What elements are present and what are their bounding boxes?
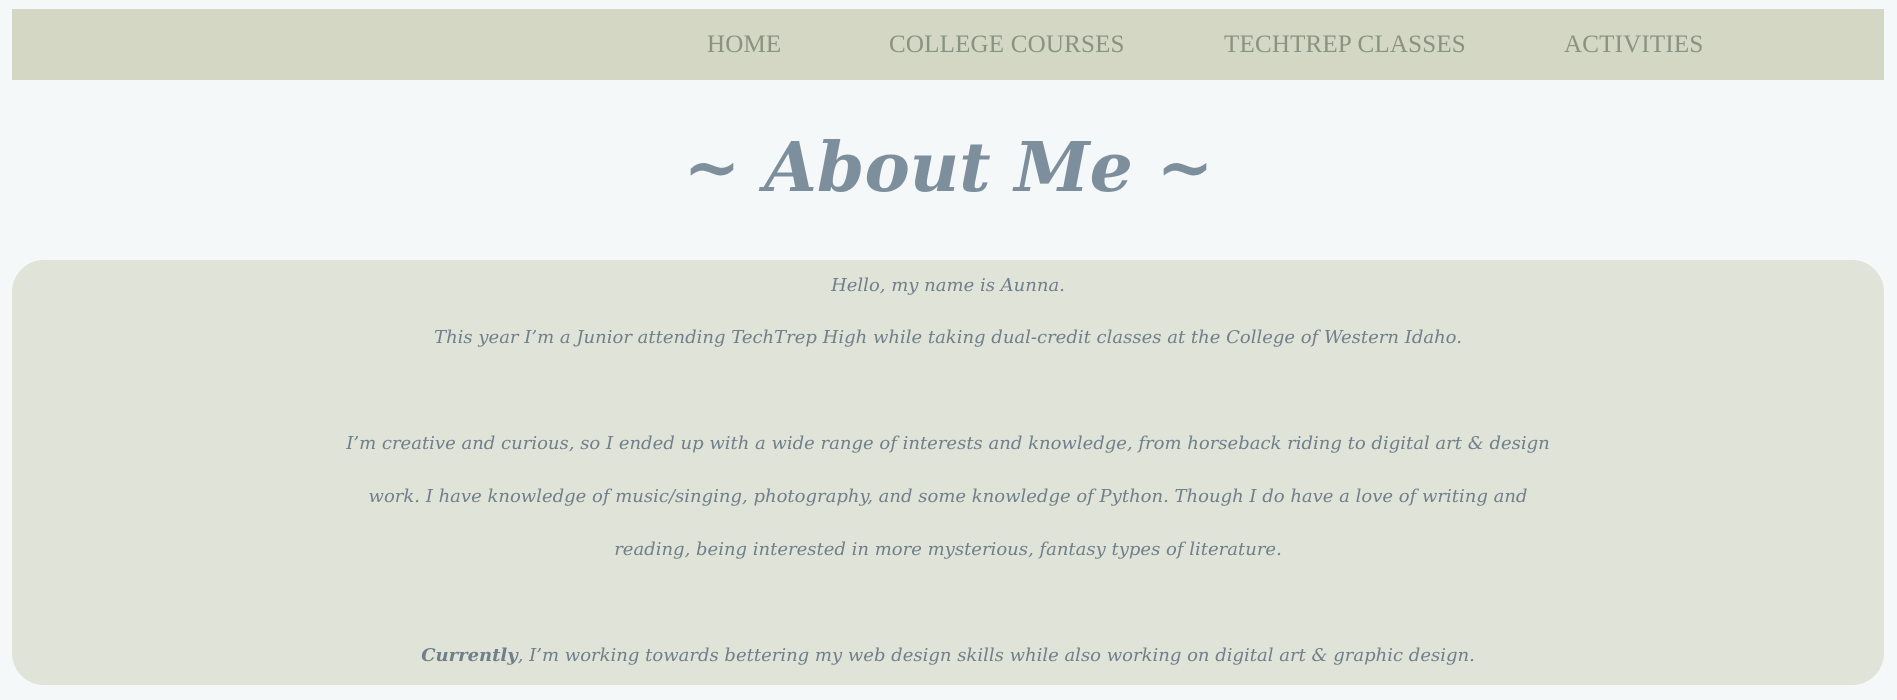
interests-text-line-1: I’m creative and curious, so I ended up … bbox=[346, 433, 1550, 454]
nav-techtrep-classes-link[interactable]: TECHTREP CLASSES bbox=[1224, 9, 1466, 80]
page-title: ~ About Me ~ bbox=[683, 128, 1214, 208]
about-card: Hello, my name is Aunna. This year I’m a… bbox=[12, 260, 1884, 685]
navbar: HOME COLLEGE COURSES TECHTREP CLASSES AC… bbox=[12, 9, 1884, 80]
interests-text-line-3: reading, being interested in more myster… bbox=[614, 539, 1282, 560]
nav-home-link[interactable]: HOME bbox=[707, 9, 781, 80]
greeting-text: Hello, my name is Aunna. bbox=[831, 275, 1065, 296]
intro-text: This year I’m a Junior attending TechTre… bbox=[434, 327, 1462, 348]
current-text: Currently, I’m working towards bettering… bbox=[12, 636, 1884, 676]
interests-text-line-2: work. I have knowledge of music/singing,… bbox=[368, 486, 1528, 507]
nav-activities-link[interactable]: ACTIVITIES bbox=[1564, 9, 1703, 80]
current-lead-text: Currently bbox=[421, 645, 518, 666]
current-rest-text: , I’m working towards bettering my web d… bbox=[517, 645, 1475, 666]
nav-college-courses-link[interactable]: COLLEGE COURSES bbox=[889, 9, 1125, 80]
